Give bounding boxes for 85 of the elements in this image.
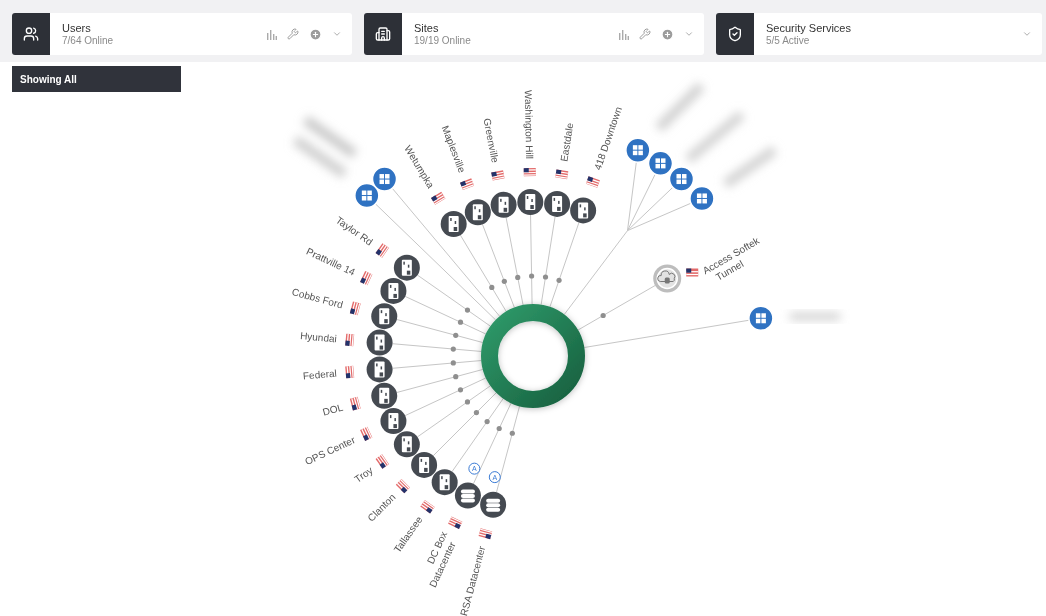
node-label: Washington Hill <box>522 89 536 160</box>
filter-tab[interactable]: Showing All <box>12 66 181 92</box>
junction-dot <box>457 319 464 325</box>
add-button[interactable] <box>661 27 674 41</box>
site-node[interactable] <box>371 382 398 409</box>
flag-icon <box>360 426 373 441</box>
blurred-label <box>292 115 358 179</box>
site-node[interactable] <box>380 408 407 435</box>
site-node[interactable] <box>366 329 393 356</box>
flag-icon <box>349 396 361 411</box>
site-node[interactable] <box>570 197 597 224</box>
site-node[interactable] <box>393 431 420 458</box>
site-node[interactable] <box>464 199 491 226</box>
flag-icon <box>460 178 475 191</box>
bar-chart-icon <box>619 28 629 40</box>
site-node[interactable] <box>440 211 467 237</box>
flag-icon <box>360 271 373 286</box>
flag-icon <box>555 169 569 180</box>
flag-icon <box>349 301 361 316</box>
flag-icon <box>585 176 600 188</box>
node-label: Eastdale <box>558 122 576 163</box>
flag-icon <box>478 528 493 540</box>
junction-dot <box>464 307 471 313</box>
junction-dot <box>529 273 535 279</box>
junction-dot <box>496 425 502 432</box>
card-status: 19/19 Online <box>414 35 472 46</box>
junction-dot <box>501 278 507 284</box>
add-button[interactable] <box>309 27 322 41</box>
flag-icon <box>448 516 463 529</box>
card-status: 5/5 Active <box>766 35 811 46</box>
site-node[interactable] <box>490 191 517 218</box>
windows-node[interactable] <box>625 137 651 163</box>
windows-node[interactable] <box>748 305 774 331</box>
node-label: Cobbs Ford <box>290 286 345 311</box>
flag-icon <box>420 500 435 514</box>
windows-node[interactable] <box>371 166 398 192</box>
junction-dot <box>484 418 490 425</box>
card-status: 7/64 Online <box>62 35 115 46</box>
flag-icon <box>375 454 389 469</box>
junction-dot <box>453 374 459 380</box>
junction-dot <box>509 430 515 436</box>
node-label: Hyundai <box>299 330 338 345</box>
junction-dot <box>600 312 606 319</box>
node-label: Federal <box>302 367 338 382</box>
site-node[interactable] <box>544 190 571 217</box>
windows-node[interactable] <box>354 182 380 209</box>
site-node[interactable] <box>431 469 458 496</box>
site-node[interactable] <box>411 451 438 478</box>
node-label: Greenville <box>481 117 501 164</box>
junction-dot <box>489 284 495 291</box>
junction-dot <box>473 409 480 416</box>
cloud-node[interactable] <box>653 264 682 293</box>
site-node[interactable] <box>380 277 407 304</box>
site-node[interactable] <box>371 303 398 330</box>
junction-dot <box>556 277 562 283</box>
flag-icon <box>375 243 389 258</box>
hub-ring[interactable] <box>481 304 585 408</box>
junction-dot <box>464 399 471 405</box>
junction-dot <box>515 274 521 281</box>
database-node[interactable] <box>480 491 507 518</box>
windows-node[interactable] <box>689 185 715 212</box>
windows-node[interactable] <box>668 166 695 192</box>
windows-node[interactable] <box>647 150 674 177</box>
site-node[interactable] <box>366 356 393 383</box>
junction-dot <box>450 360 456 366</box>
node-label: DOL <box>321 401 345 418</box>
site-node[interactable] <box>393 254 420 281</box>
settings-button[interactable] <box>287 28 299 40</box>
card-title: Users <box>62 22 92 34</box>
site-node[interactable] <box>517 189 544 215</box>
junction-dot <box>457 387 464 393</box>
junction-dot <box>450 346 456 352</box>
flag-icon <box>345 365 355 379</box>
bar-chart-icon <box>267 28 277 40</box>
junction-dot <box>453 332 459 338</box>
settings-button[interactable] <box>639 28 651 40</box>
flag-icon <box>431 191 446 205</box>
flag-icon <box>523 167 536 177</box>
card-title: Security Services <box>766 22 852 34</box>
card-title: Sites <box>414 22 440 34</box>
database-node[interactable] <box>454 482 481 509</box>
junction-dot <box>542 274 549 280</box>
flag-icon <box>686 268 699 277</box>
flag-icon <box>345 333 355 347</box>
flag-icon <box>491 170 505 181</box>
